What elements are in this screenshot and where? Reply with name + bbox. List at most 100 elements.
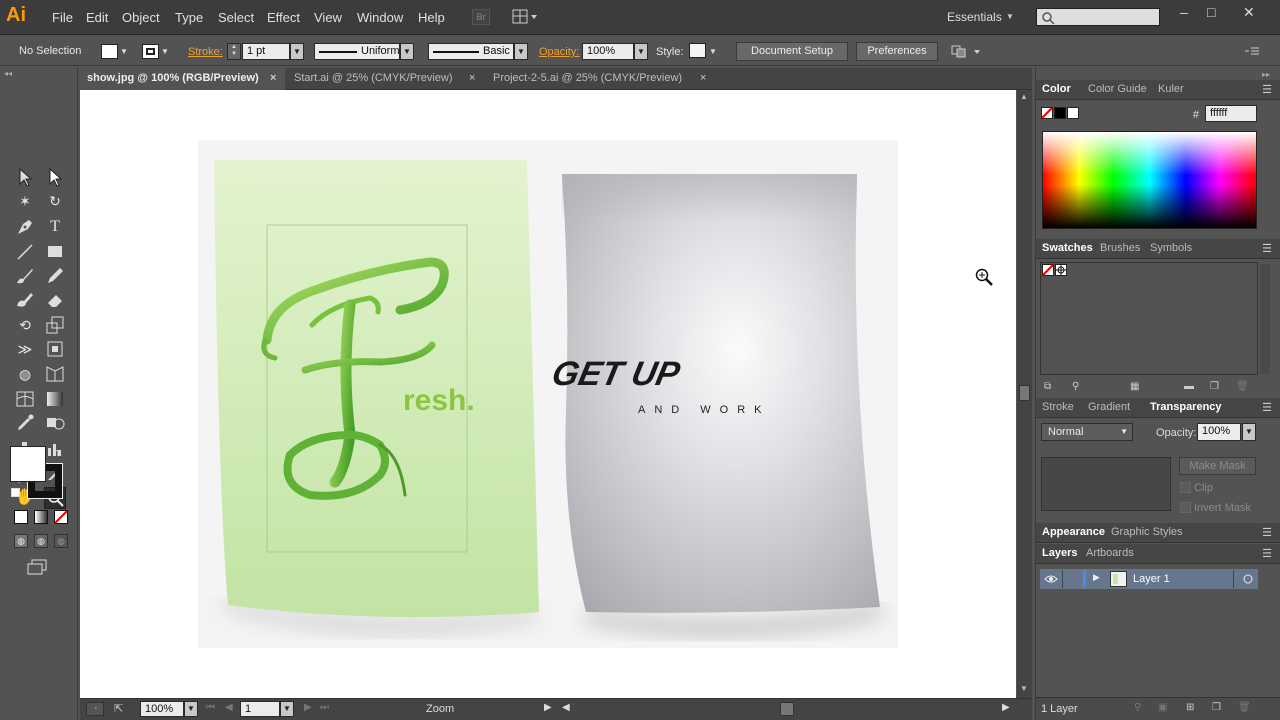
paintbrush-tool-icon[interactable] [14,265,36,287]
zoom-level-field[interactable]: 100% [140,701,184,717]
stroke-weight-field[interactable]: 1 pt [242,43,290,60]
swatch-options-icon[interactable]: ▦ [1130,381,1139,392]
scroll-up-icon[interactable]: ▲ [1020,92,1028,101]
document-setup-button[interactable]: Document Setup [736,42,848,61]
eyedropper-tool-icon[interactable] [14,412,36,434]
restore-button[interactable]: □ [1207,4,1215,20]
next-artboard-icon[interactable]: ▶ [304,702,312,713]
shape-builder-tool-icon[interactable]: ◍ [14,363,36,385]
line-segment-tool-icon[interactable] [14,241,36,263]
new-sublayer-icon[interactable]: ⊞ [1186,702,1194,713]
menu-type[interactable]: Type [175,10,203,25]
stroke-swatch[interactable] [142,44,159,59]
tab-appearance[interactable]: Appearance [1042,526,1105,538]
color-panel-menu-icon[interactable]: ☰ [1262,83,1272,96]
blend-tool-icon[interactable] [44,412,66,434]
tab-show-jpg[interactable]: show.jpg @ 100% (RGB/Preview) × [80,68,285,90]
scroll-right-icon[interactable]: ▶ [1002,702,1010,713]
style-dropdown-icon[interactable]: ▼ [709,44,717,59]
tab-stroke[interactable]: Stroke [1042,401,1074,413]
control-panel-menu-icon[interactable] [1244,45,1260,57]
delete-layer-icon[interactable]: 🗑 [1238,702,1251,713]
show-swatch-kinds-icon[interactable]: ⚲ [1072,381,1079,392]
default-fill-stroke-icon[interactable] [11,488,20,497]
layer-name[interactable]: Layer 1 [1133,573,1170,585]
width-tool-icon[interactable]: ≫ [14,338,36,360]
locate-object-icon[interactable]: ⚲ [1134,702,1141,713]
new-swatch-icon[interactable]: ❐ [1210,381,1219,392]
fill-dropdown-icon[interactable]: ▼ [120,44,132,59]
menu-edit[interactable]: Edit [86,10,108,25]
blend-mode-select[interactable]: Normal ▼ [1041,423,1133,441]
transparency-panel-menu-icon[interactable]: ☰ [1262,401,1272,414]
zoom-level-dropdown[interactable]: ▼ [184,701,198,717]
workspace-switcher[interactable]: Essentials [947,10,1002,24]
help-search-input[interactable] [1036,8,1160,26]
black-color-icon[interactable] [1054,107,1066,119]
export-icon[interactable]: ⇱ [114,702,123,715]
fill-color-front[interactable] [10,446,46,482]
opacity-dropdown[interactable]: ▼ [634,43,648,60]
new-layer-icon[interactable]: ❐ [1212,702,1221,713]
menu-select[interactable]: Select [218,10,254,25]
clip-checkbox[interactable] [1180,482,1191,493]
layer-row[interactable]: ▶ Layer 1 [1040,569,1258,589]
profile-dropdown[interactable]: ▼ [400,43,414,60]
fill-swatch[interactable] [101,44,118,59]
white-color-icon[interactable] [1067,107,1079,119]
tab-gradient[interactable]: Gradient [1088,401,1130,413]
status-share-icon[interactable]: ◔ [86,702,104,716]
mesh-tool-icon[interactable] [14,388,36,410]
eraser-tool-icon[interactable] [44,289,66,311]
arrange-documents-icon[interactable] [512,9,538,25]
blob-brush-tool-icon[interactable] [14,289,36,311]
tab-transparency[interactable]: Transparency [1150,401,1222,413]
draw-inside-icon[interactable]: ◍ [54,534,68,548]
appearance-panel-menu-icon[interactable]: ☰ [1262,526,1272,539]
tab-start-ai[interactable]: Start.ai @ 25% (CMYK/Preview) × [287,68,484,90]
menu-window[interactable]: Window [357,10,403,25]
status-menu-icon[interactable]: ▶ [544,702,552,713]
collapse-panels-icon[interactable]: ▸▸ [1262,70,1270,79]
stroke-label[interactable]: Stroke: [188,46,223,58]
tab-kuler[interactable]: Kuler [1158,83,1184,95]
delete-swatch-icon[interactable]: 🗑 [1236,381,1249,392]
invert-mask-checkbox[interactable] [1180,502,1191,513]
transparency-opacity-dropdown[interactable]: ▼ [1242,423,1256,441]
scale-tool-icon[interactable] [44,314,66,336]
menu-object[interactable]: Object [122,10,160,25]
tab-brushes[interactable]: Brushes [1100,242,1140,254]
gradient-mode-icon[interactable] [34,510,48,524]
lasso-tool-icon[interactable]: ↻ [44,190,66,212]
none-color-icon[interactable] [1041,107,1053,119]
first-artboard-icon[interactable]: ⏮ [206,702,215,713]
layers-panel-menu-icon[interactable]: ☰ [1262,547,1272,560]
close-tab-icon[interactable]: × [700,68,706,89]
menu-help[interactable]: Help [418,10,445,25]
rectangle-tool-icon[interactable] [44,241,66,263]
vertical-scroll-thumb[interactable] [1019,385,1030,401]
swatch-libraries-icon[interactable]: ⧉ [1044,381,1051,392]
new-color-group-icon[interactable]: ▬ [1184,381,1194,392]
tab-graphic-styles[interactable]: Graphic Styles [1111,526,1183,538]
perspective-grid-tool-icon[interactable] [44,363,66,385]
magic-wand-tool-icon[interactable]: ✶ [14,190,36,212]
registration-swatch-icon[interactable] [1055,264,1067,276]
expand-layer-icon[interactable]: ▶ [1093,572,1100,583]
scroll-left-icon[interactable]: ◀ [562,702,570,713]
menu-effect[interactable]: Effect [267,10,300,25]
free-transform-tool-icon[interactable] [44,338,66,360]
type-tool-icon[interactable]: T [44,216,66,238]
color-spectrum[interactable] [1042,131,1257,229]
stroke-dropdown-icon[interactable]: ▼ [161,44,173,59]
close-tab-icon[interactable]: × [469,68,475,89]
layer-target-icon[interactable] [1243,574,1253,584]
draw-behind-icon[interactable]: ◍ [34,534,48,548]
scroll-down-icon[interactable]: ▼ [1020,684,1028,693]
swatches-panel-menu-icon[interactable]: ☰ [1262,242,1272,255]
color-mode-icon[interactable] [14,510,28,524]
lock-column[interactable] [1062,570,1063,588]
stroke-stepper[interactable]: ▲ ▼ [227,43,241,60]
tab-swatches[interactable]: Swatches [1042,242,1093,254]
pencil-tool-icon[interactable] [44,265,66,287]
